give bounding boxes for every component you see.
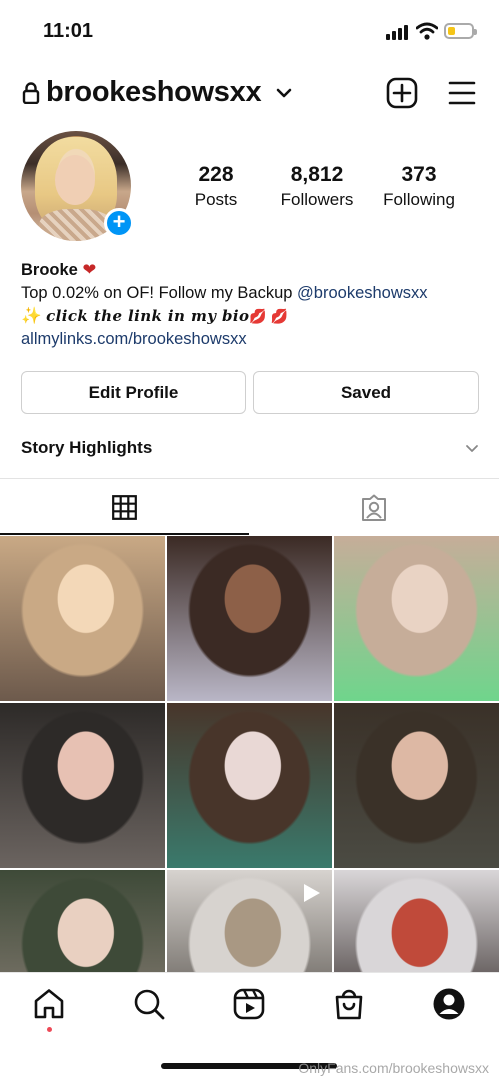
shop-icon[interactable] xyxy=(332,987,366,1021)
menu-button[interactable] xyxy=(448,80,476,106)
status-time: 11:01 xyxy=(43,20,94,42)
add-story-button[interactable]: + xyxy=(104,208,134,238)
story-highlights-toggle[interactable]: Story Highlights xyxy=(21,438,481,462)
kiss-emoji: 💋 💋 xyxy=(249,308,289,324)
stat-posts[interactable]: 228 Posts xyxy=(188,163,244,210)
stat-following[interactable]: 373 Following xyxy=(376,163,462,210)
profile-header: brookeshowsxx xyxy=(0,70,499,116)
tab-tagged[interactable] xyxy=(250,479,499,535)
grid-photo[interactable] xyxy=(0,536,165,701)
grid-icon xyxy=(112,495,137,520)
bio-line-2: click the link in my bio xyxy=(46,307,250,325)
bio-website-link[interactable]: allmylinks.com/brookeshowsxx xyxy=(21,330,247,348)
grid-photo[interactable] xyxy=(334,870,499,972)
profile-icon[interactable] xyxy=(432,987,466,1021)
new-post-button[interactable] xyxy=(386,77,418,109)
grid-photo[interactable] xyxy=(0,703,165,868)
grid-photo[interactable] xyxy=(334,536,499,701)
reels-icon[interactable] xyxy=(232,987,266,1021)
sparkle-emoji: ✨ xyxy=(21,307,42,325)
grid-photo[interactable] xyxy=(167,870,332,972)
battery-level xyxy=(448,27,455,35)
profile-tabs xyxy=(0,478,499,535)
watermark: OnlyFans.com/brookeshowsxx xyxy=(298,1060,489,1076)
following-label: Following xyxy=(383,190,455,209)
saved-button[interactable]: Saved xyxy=(253,371,479,414)
posts-count: 228 xyxy=(198,163,234,186)
battery-icon xyxy=(444,23,477,39)
heart-emoji: ❤ xyxy=(82,261,97,279)
display-name: Brooke xyxy=(21,261,78,279)
edit-profile-button[interactable]: Edit Profile xyxy=(21,371,246,414)
notification-dot xyxy=(47,1027,52,1032)
following-count: 373 xyxy=(401,163,437,186)
posts-label: Posts xyxy=(194,190,238,209)
bio-mention-link[interactable]: @brookeshowsxx xyxy=(297,284,427,302)
followers-label: Followers xyxy=(280,190,354,209)
reel-play-icon xyxy=(304,884,320,902)
username[interactable]: brookeshowsxx xyxy=(46,76,262,109)
home-icon[interactable] xyxy=(32,987,66,1021)
followers-count: 8,812 xyxy=(290,163,344,186)
grid-photo[interactable] xyxy=(167,703,332,868)
lock-icon xyxy=(22,82,40,104)
status-bar: 11:01 xyxy=(0,0,499,62)
cellular-signal-icon xyxy=(386,24,410,40)
grid-photo[interactable] xyxy=(167,536,332,701)
chevron-down-icon xyxy=(466,445,478,452)
tagged-person-icon xyxy=(362,494,386,521)
wifi-icon xyxy=(416,22,438,40)
chevron-down-icon[interactable] xyxy=(276,86,292,100)
bio-line-1: Top 0.02% on OF! Follow my Backup xyxy=(21,284,298,302)
photo-grid xyxy=(0,536,499,972)
tab-posts[interactable] xyxy=(0,479,249,535)
search-icon[interactable] xyxy=(132,987,166,1021)
story-highlights-title: Story Highlights xyxy=(21,438,153,457)
bio: Brooke ❤ Top 0.02% on OF! Follow my Back… xyxy=(21,259,481,351)
grid-photo[interactable] xyxy=(334,703,499,868)
grid-photo[interactable] xyxy=(0,870,165,972)
stat-followers[interactable]: 8,812 Followers xyxy=(274,163,360,210)
